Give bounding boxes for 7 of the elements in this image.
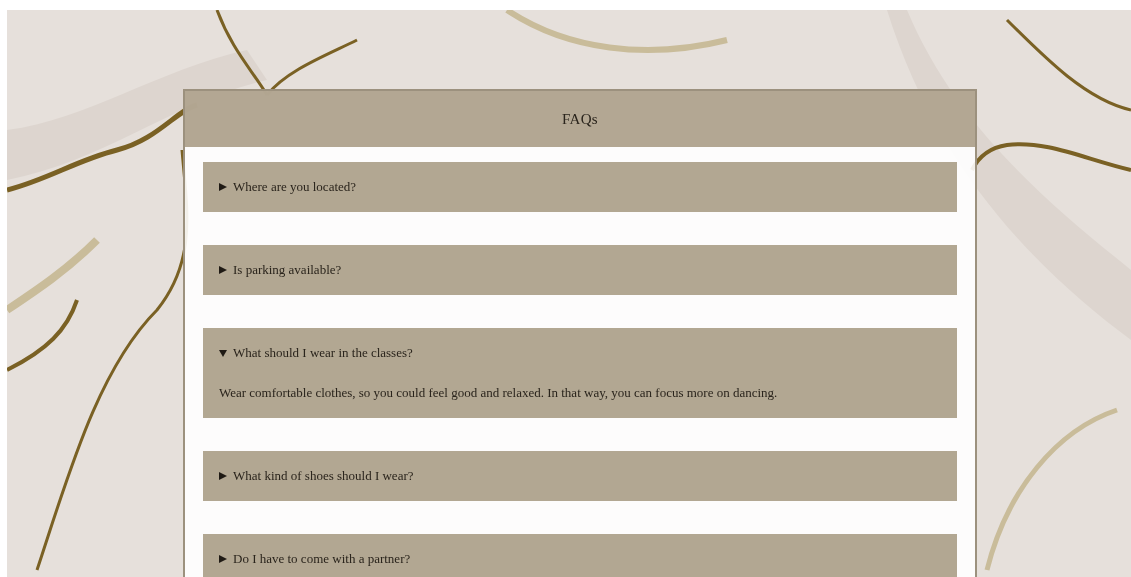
faq-answer: Wear comfortable clothes, so you could feel good and relaxed. In that way, you can focus more on dancing. [219, 384, 779, 402]
faq-question[interactable]: Where are you located? [219, 162, 941, 212]
faq-title: FAQs [562, 110, 598, 128]
faq-question[interactable]: Is parking available? [219, 245, 941, 295]
faq-question[interactable]: What should I wear in the classes? [219, 328, 941, 378]
faq-question[interactable]: What kind of shoes should I wear? [219, 451, 941, 501]
faq-question[interactable]: Do I have to come with a partner? [219, 534, 941, 577]
